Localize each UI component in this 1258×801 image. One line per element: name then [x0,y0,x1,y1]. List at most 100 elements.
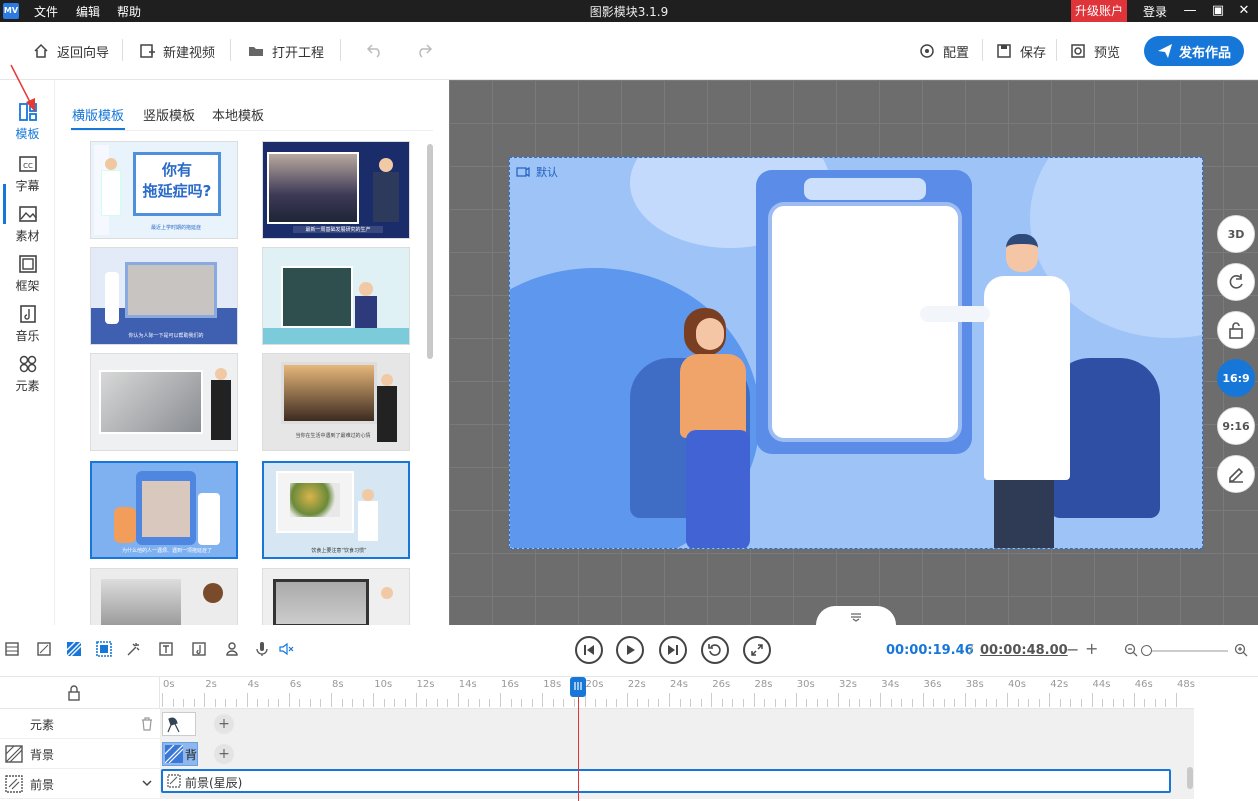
3d-button[interactable]: 3D [1217,215,1255,253]
video-stage[interactable]: 默认 [509,157,1203,549]
timeline-scrollbar[interactable] [1187,767,1193,789]
zoom-slider-track[interactable] [1146,650,1228,652]
aspect-9-16-button[interactable]: 9:16 [1217,407,1255,445]
close-icon[interactable]: ✕ [1234,2,1254,20]
music-icon [19,305,36,323]
save-label: 保存 [1020,45,1047,61]
template-thumb[interactable] [90,568,238,625]
zoom-out-icon[interactable] [1124,643,1138,657]
microphone-icon[interactable] [254,641,270,657]
unlock-icon[interactable] [1217,311,1255,349]
back-to-wizard-button[interactable]: 返回向导 [33,41,109,61]
stage-label: 默认 [516,164,558,180]
doctor-legs [994,480,1054,548]
picture-icon[interactable] [36,641,52,657]
template-thumb[interactable] [262,568,410,625]
chevron-down-icon[interactable] [141,778,153,788]
template-thumb[interactable]: 当你在生活中遇到了最难过的心情 [262,353,410,451]
template-scrollbar[interactable] [427,144,433,359]
sidebar-item-material[interactable]: 素材 [0,204,55,252]
tab-vertical[interactable]: 竖版模板 [143,105,195,124]
doctor-head [1006,234,1038,272]
menu-edit[interactable]: 编辑 [76,3,100,20]
menu-file[interactable]: 文件 [34,3,58,20]
minimize-icon[interactable]: — [1180,2,1200,20]
config-label: 配置 [943,45,970,61]
upgrade-button[interactable]: 升级账户 [1071,0,1127,22]
zoom-slider-handle[interactable] [1141,645,1152,656]
publish-button[interactable]: 发布作品 [1144,36,1244,66]
gear-icon [920,44,934,58]
add-background-button[interactable]: + [214,744,234,764]
ruler-tick-mark [415,693,417,707]
app-logo: MV [3,3,19,19]
template-thumb[interactable]: 最新一周基础发展研究的生产 [262,141,410,239]
replay-button[interactable] [701,636,729,664]
ruler-tick-label: 28s [754,679,773,690]
chair-thumbnail-icon [167,717,180,733]
ruler-tick-mark [1102,699,1104,707]
undo-icon[interactable] [366,42,384,58]
foreground-clip[interactable]: 前景(星辰) [161,769,1171,793]
foreground-icon[interactable] [96,641,112,657]
fullscreen-button[interactable] [743,636,771,664]
template-thumb[interactable]: 你认为人际一下是可以帮助我们的 [90,247,238,345]
ruler-tick-label: 42s [1050,679,1069,690]
lock-icon[interactable] [67,685,81,701]
ruler-tick-mark [563,699,565,707]
text-icon[interactable] [158,641,174,657]
element-clip[interactable] [162,712,196,736]
expand-icon [751,644,763,656]
login-link[interactable]: 登录 [1143,3,1167,20]
ruler-tick-mark [605,699,607,707]
config-button[interactable]: 配置 [919,41,969,61]
previous-button[interactable] [575,636,603,664]
edit-icon[interactable] [1217,455,1255,493]
total-time[interactable]: 00:00:48.00 [980,643,1068,658]
aspect-16-9-button[interactable]: 16:9 [1217,359,1255,397]
ruler-tick-label: 48s [1177,679,1195,690]
redo-icon[interactable] [415,42,433,58]
template-thumb-selected[interactable]: 饮食上要注意“饮食习惯” [262,461,410,559]
background-icon[interactable] [66,641,82,657]
trash-icon[interactable] [141,717,153,731]
sidebar-item-subtitle[interactable]: CC 字幕 [0,154,55,202]
menu-help[interactable]: 帮助 [117,3,141,20]
play-button[interactable] [616,636,644,664]
open-project-button[interactable]: 打开工程 [248,41,324,61]
sidebar-item-elements[interactable]: 元素 [0,354,55,402]
zoom-in-icon[interactable] [1234,643,1248,657]
maximize-icon[interactable]: ▣ [1208,2,1228,20]
next-button[interactable] [659,636,687,664]
film-icon[interactable] [4,641,20,657]
playback-bar: 00:00:19.46 / 00:00:48.00 − + [0,625,1258,677]
sidebar-label-material: 素材 [15,229,40,243]
new-video-button[interactable]: 新建视频 [139,41,215,61]
time-ruler[interactable]: 0s 2s 4s 6s 8s 10s 12s 14s 16s 18s 20s 22s 24s 26s 28s… [160,677,1195,709]
volume-mute-icon[interactable] [278,641,294,657]
home-icon [34,43,48,58]
background-clip[interactable]: 背 [162,742,198,766]
ruler-tick-mark [647,699,649,707]
sidebar-item-music[interactable]: 音乐 [0,304,55,352]
person-icon[interactable] [224,641,240,657]
sidebar-item-frame[interactable]: 框架 [0,254,55,302]
tab-horizontal[interactable]: 横版模板 [72,105,124,124]
preview-button[interactable]: 预览 [1070,41,1120,61]
ruler-tick-mark [1176,693,1177,707]
collapse-panel-button[interactable] [816,606,896,625]
rotate-icon[interactable] [1217,263,1255,301]
publish-label: 发布作品 [1178,45,1231,61]
duration-decrease-button[interactable]: − [1066,640,1079,659]
playhead-handle[interactable] [570,677,586,697]
magic-wand-icon[interactable] [126,641,142,657]
template-thumb[interactable]: 你有 拖延症吗? 最近上学时期的拖延症 [90,141,238,239]
music-note-icon[interactable] [191,641,207,657]
add-element-button[interactable]: + [214,714,234,734]
template-thumb[interactable] [90,353,238,451]
tab-local[interactable]: 本地模板 [212,105,264,124]
template-thumb-selected[interactable]: 为什么他的人一遇烦、遇到一项拖延症了 [90,461,238,559]
save-button[interactable]: 保存 [996,41,1046,61]
template-thumb[interactable] [262,247,410,345]
duration-increase-button[interactable]: + [1085,639,1098,658]
